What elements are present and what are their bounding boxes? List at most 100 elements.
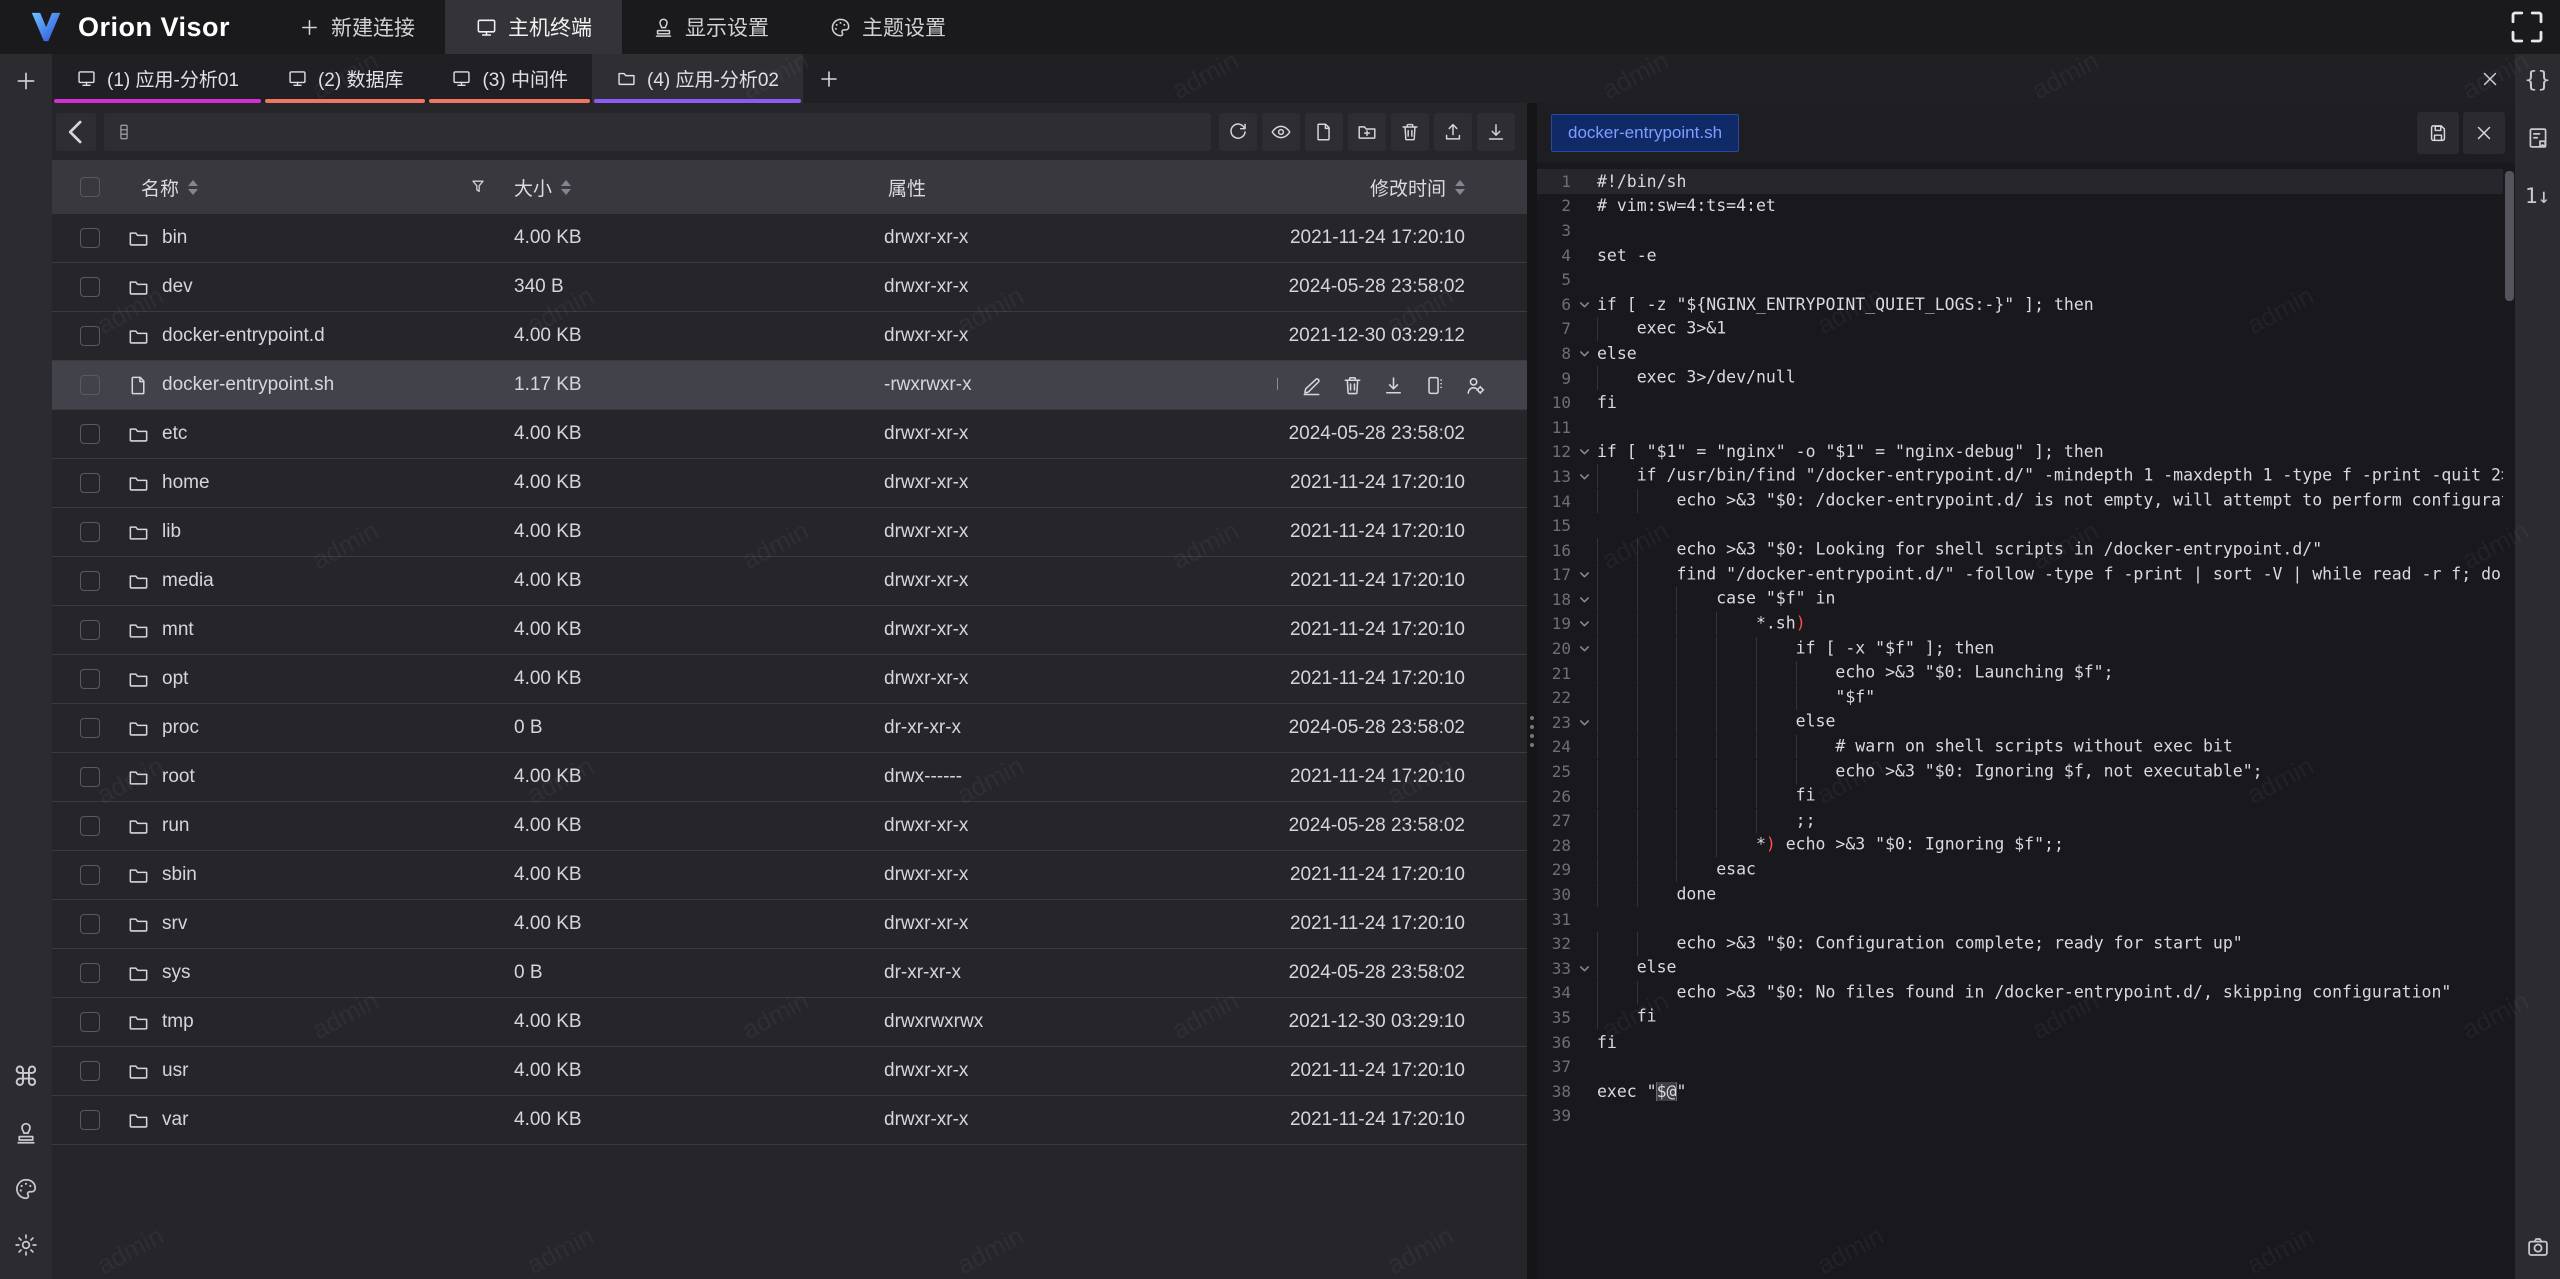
fold-chevron-icon[interactable] [1571,715,1597,730]
plus-rail-button[interactable] [6,61,46,101]
braces-rail-button[interactable]: {} [2518,60,2558,100]
fold-chevron-icon[interactable] [1571,641,1597,656]
drag-handle-icon[interactable] [1530,716,1534,747]
file-row-run[interactable]: run4.00 KBdrwxr-xr-x2024-05-28 23:58:02 [52,802,1527,851]
row-checkbox[interactable] [80,767,100,787]
code-line-29[interactable]: 29esac [1537,858,2503,883]
file-row-media[interactable]: media4.00 KBdrwxr-xr-x2021-11-24 17:20:1… [52,557,1527,606]
open-file-tab[interactable]: docker-entrypoint.sh [1551,114,1739,152]
upload-button[interactable] [1434,113,1472,151]
edit-row-button[interactable] [1300,374,1323,397]
column-time[interactable]: 修改时间 [1277,174,1527,201]
code-line-24[interactable]: 24# warn on shell scripts without exec b… [1537,735,2503,760]
code-line-15[interactable]: 15 [1537,513,2503,538]
close-tabbar-button[interactable] [2465,54,2515,103]
stamp-rail-button[interactable] [6,1113,46,1153]
move-row-button[interactable] [1423,374,1446,397]
row-checkbox[interactable] [80,326,100,346]
delete-row-button[interactable] [1341,374,1364,397]
code-line-32[interactable]: 32echo >&3 "$0: Configuration complete; … [1537,931,2503,956]
file-row-srv[interactable]: srv4.00 KBdrwxr-xr-x2021-11-24 17:20:10 [52,900,1527,949]
row-checkbox[interactable] [80,473,100,493]
code-line-20[interactable]: 20if [ -x "$f" ]; then [1537,636,2503,661]
file-row-dev[interactable]: dev340 Bdrwxr-xr-x2024-05-28 23:58:02 [52,263,1527,312]
row-checkbox[interactable] [80,963,100,983]
sort-lines-rail-button[interactable]: 1↓ [2518,176,2558,216]
code-line-36[interactable]: 36fi [1537,1030,2503,1055]
row-checkbox[interactable] [80,620,100,640]
code-line-39[interactable]: 39 [1537,1104,2503,1129]
back-button[interactable] [56,113,96,151]
code-line-33[interactable]: 33else [1537,956,2503,981]
copy-row-button[interactable] [1277,374,1282,397]
file-row-home[interactable]: home4.00 KBdrwxr-xr-x2021-11-24 17:20:10 [52,459,1527,508]
column-name[interactable]: 名称 [127,174,502,201]
fold-chevron-icon[interactable] [1571,469,1597,484]
file-row-sys[interactable]: sys0 Bdr-xr-xr-x2024-05-28 23:58:02 [52,949,1527,998]
nav-item-0[interactable]: 新建连接 [268,0,445,54]
code-line-38[interactable]: 38exec "$@" [1537,1079,2503,1104]
fold-chevron-icon[interactable] [1571,592,1597,607]
doc-bookmark-rail-button[interactable] [2518,118,2558,158]
row-checkbox[interactable] [80,865,100,885]
filter-icon[interactable] [468,177,488,197]
fold-chevron-icon[interactable] [1571,567,1597,582]
file-row-opt[interactable]: opt4.00 KBdrwxr-xr-x2021-11-24 17:20:10 [52,655,1527,704]
row-checkbox[interactable] [80,375,100,395]
row-checkbox[interactable] [80,522,100,542]
code-line-28[interactable]: 28*) echo >&3 "$0: Ignoring $f";; [1537,833,2503,858]
file-row-usr[interactable]: usr4.00 KBdrwxr-xr-x2021-11-24 17:20:10 [52,1047,1527,1096]
gear-rail-button[interactable] [6,1225,46,1265]
code-line-14[interactable]: 14echo >&3 "$0: /docker-entrypoint.d/ is… [1537,489,2503,514]
fold-chevron-icon[interactable] [1571,616,1597,631]
nav-item-2[interactable]: 显示设置 [622,0,799,54]
column-size[interactable]: 大小 [502,174,872,201]
code-line-6[interactable]: 6if [ -z "${NGINX_ENTRYPOINT_QUIET_LOGS:… [1537,292,2503,317]
trash-button[interactable] [1391,113,1429,151]
file-row-root[interactable]: root4.00 KBdrwx------2021-11-24 17:20:10 [52,753,1527,802]
code-line-2[interactable]: 2# vim:sw=4:ts=4:et [1537,194,2503,219]
row-checkbox[interactable] [80,228,100,248]
code-line-35[interactable]: 35fi [1537,1005,2503,1030]
code-line-30[interactable]: 30done [1537,882,2503,907]
save-editor-button[interactable] [2417,112,2459,154]
row-checkbox[interactable] [80,424,100,444]
fullscreen-button[interactable] [2506,6,2548,48]
file-row-docker-entrypoint.sh[interactable]: docker-entrypoint.sh1.17 KB-rwxrwxr-x [52,361,1527,410]
code-line-8[interactable]: 8else [1537,341,2503,366]
select-all-checkbox[interactable] [80,177,100,197]
code-line-13[interactable]: 13if /usr/bin/find "/docker-entrypoint.d… [1537,464,2503,489]
refresh-button[interactable] [1219,113,1257,151]
code-line-10[interactable]: 10fi [1537,390,2503,415]
code-line-18[interactable]: 18case "$f" in [1537,587,2503,612]
row-checkbox[interactable] [80,718,100,738]
file-row-mnt[interactable]: mnt4.00 KBdrwxr-xr-x2021-11-24 17:20:10 [52,606,1527,655]
nav-item-3[interactable]: 主题设置 [799,0,976,54]
row-checkbox[interactable] [80,1012,100,1032]
row-checkbox[interactable] [80,1110,100,1130]
download-button[interactable] [1477,113,1515,151]
terminal-tab-3[interactable]: (3) 中间件 [427,54,592,103]
row-checkbox[interactable] [80,571,100,591]
close-editor-button[interactable] [2463,112,2505,154]
row-checkbox[interactable] [80,277,100,297]
camera-rail-button[interactable] [2518,1227,2558,1267]
code-line-31[interactable]: 31 [1537,907,2503,932]
sort-icon[interactable] [1455,180,1465,195]
file-row-proc[interactable]: proc0 Bdr-xr-xr-x2024-05-28 23:58:02 [52,704,1527,753]
sort-icon[interactable] [188,180,198,195]
code-line-34[interactable]: 34echo >&3 "$0: No files found in /docke… [1537,981,2503,1006]
code-line-22[interactable]: 22"$f" [1537,685,2503,710]
code-line-11[interactable]: 11 [1537,415,2503,440]
code-line-12[interactable]: 12if [ "$1" = "nginx" -o "$1" = "nginx-d… [1537,440,2503,465]
file-row-tmp[interactable]: tmp4.00 KBdrwxrwxrwx2021-12-30 03:29:10 [52,998,1527,1047]
terminal-tab-4[interactable]: (4) 应用-分析02 [592,54,803,103]
permission-row-button[interactable] [1464,374,1487,397]
scrollbar-thumb[interactable] [2505,171,2514,301]
editor-scrollbar[interactable] [2505,169,2515,1279]
row-checkbox[interactable] [80,669,100,689]
file-row-bin[interactable]: bin4.00 KBdrwxr-xr-x2021-11-24 17:20:10 [52,214,1527,263]
code-line-19[interactable]: 19*.sh) [1537,612,2503,637]
code-line-26[interactable]: 26fi [1537,784,2503,809]
brand[interactable]: Orion Visor [0,0,268,54]
